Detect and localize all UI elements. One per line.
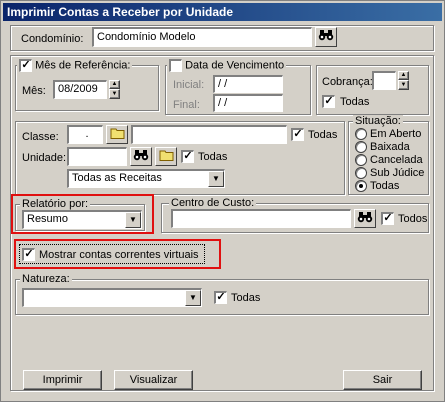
chevron-down-icon[interactable]: ▼ <box>185 290 201 306</box>
cobranca-spinner[interactable]: ▲ ▼ <box>398 71 409 90</box>
binoculars-icon[interactable] <box>315 27 337 47</box>
contas-virtuais-label[interactable]: Mostrar contas correntes virtuais <box>39 249 199 262</box>
data-vencimento-legend: Data de Vencimento <box>167 59 287 72</box>
mes-referencia-legend: ✓ Mês de Referência: <box>17 59 133 72</box>
unidade-todas-checkbox[interactable]: ✓ <box>181 150 194 163</box>
situacao-option-label: Todas <box>370 180 400 192</box>
natureza-todas-label: Todas <box>231 292 261 304</box>
dialog-window: Imprimir Contas a Receber por Unidade Co… <box>0 0 445 402</box>
folder-icon[interactable] <box>155 147 177 166</box>
unidade-label: Unidade: <box>22 152 67 164</box>
cobranca-field[interactable] <box>372 71 396 90</box>
condominio-label: Condomínio: <box>21 33 84 45</box>
unidade-todas-label: Todas <box>198 151 228 163</box>
receitas-select-value: Todas as Receitas <box>72 172 162 184</box>
classe-name-field[interactable] <box>131 125 287 144</box>
imprimir-button[interactable]: Imprimir <box>23 370 102 390</box>
classe-todas-label: Todas <box>308 129 338 141</box>
binoculars-icon[interactable] <box>354 209 376 228</box>
cobranca-label: Cobrança: <box>322 76 373 88</box>
chevron-down-icon[interactable]: ▼ <box>125 212 141 228</box>
natureza-select[interactable]: ▼ <box>22 288 202 307</box>
data-vencimento-checkbox[interactable] <box>169 59 182 72</box>
situacao-legend: Situação: <box>353 115 403 127</box>
condominio-field[interactable]: Condomínio Modelo <box>92 27 312 47</box>
situacao-option-label: Cancelada <box>370 154 423 166</box>
cobranca-todas-checkbox[interactable]: ✓ <box>322 95 335 108</box>
relatorio-select[interactable]: Resumo ▼ <box>22 210 142 229</box>
inicial-label: Inicial: <box>173 79 205 91</box>
radio-selected-icon[interactable] <box>355 180 367 192</box>
sair-button[interactable]: Sair <box>343 370 422 390</box>
contas-virtuais-checkbox[interactable]: ✓ <box>22 248 35 261</box>
natureza-todas-checkbox[interactable]: ✓ <box>214 291 227 304</box>
receitas-select[interactable]: Todas as Receitas ▼ <box>67 169 225 188</box>
unidade-field[interactable] <box>67 147 127 166</box>
situacao-option-label: Em Aberto <box>370 128 422 140</box>
cobranca-todas-label: Todas <box>340 96 370 108</box>
centro-custo-field[interactable] <box>171 209 351 228</box>
window-title: Imprimir Contas a Receber por Unidade <box>3 3 442 21</box>
final-date-field[interactable]: / / <box>213 94 283 112</box>
centro-custo-todos-label: Todos <box>398 213 428 225</box>
binoculars-icon[interactable] <box>130 147 152 166</box>
centro-custo-todos-checkbox[interactable]: ✓ <box>381 212 394 225</box>
visualizar-button[interactable]: Visualizar <box>114 370 193 390</box>
chevron-down-icon[interactable]: ▼ <box>208 171 224 187</box>
spin-up-icon[interactable]: ▲ <box>109 80 120 89</box>
relatorio-select-value: Resumo <box>27 213 68 225</box>
mes-referencia-checkbox[interactable]: ✓ <box>19 59 32 72</box>
mes-field[interactable]: 08/2009 <box>53 80 107 99</box>
imprimir-button-label: Imprimir <box>42 374 83 386</box>
spin-up-icon[interactable]: ▲ <box>398 71 409 80</box>
situacao-option-label: Sub Júdice <box>370 167 425 179</box>
spin-down-icon[interactable]: ▼ <box>398 80 409 90</box>
spin-down-icon[interactable]: ▼ <box>109 89 120 99</box>
sair-button-label: Sair <box>372 374 393 386</box>
radio-icon[interactable] <box>355 167 367 179</box>
visualizar-button-label: Visualizar <box>129 374 178 386</box>
situacao-option-label: Baixada <box>370 141 410 153</box>
classe-todas-checkbox[interactable]: ✓ <box>291 128 304 141</box>
natureza-legend: Natureza: <box>20 273 72 285</box>
mes-label: Mês: <box>22 85 46 97</box>
folder-icon[interactable] <box>106 125 128 144</box>
relatorio-legend: Relatório por: <box>20 198 91 210</box>
classe-code-field[interactable]: . <box>67 125 103 144</box>
radio-icon[interactable] <box>355 141 367 153</box>
radio-icon[interactable] <box>355 154 367 166</box>
classe-label: Classe: <box>22 131 59 143</box>
centro-custo-legend: Centro de Custo: <box>169 197 257 209</box>
final-label: Final: <box>173 99 200 111</box>
mes-spinner[interactable]: ▲ ▼ <box>109 80 120 99</box>
radio-icon[interactable] <box>355 128 367 140</box>
inicial-date-field[interactable]: / / <box>213 75 283 93</box>
